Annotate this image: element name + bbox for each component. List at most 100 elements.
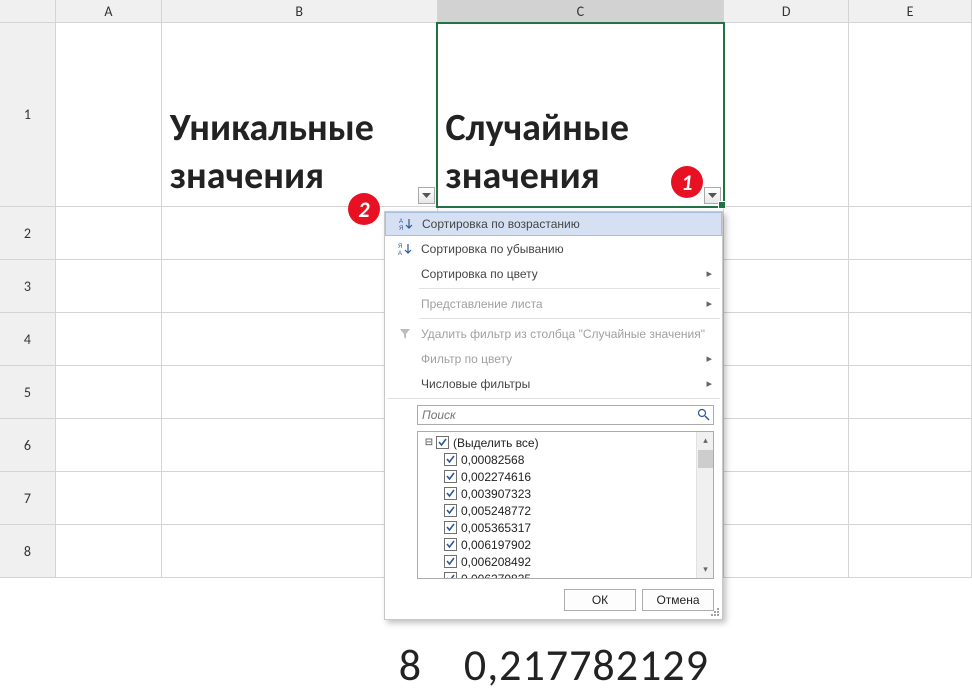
row-header-7[interactable]: 7 <box>0 472 56 524</box>
row-header-2[interactable]: 2 <box>0 207 56 259</box>
menu-label: Представление листа <box>417 297 714 311</box>
resize-grip-icon[interactable] <box>708 605 720 617</box>
filter-value-item[interactable]: 0,002274616 <box>422 468 709 485</box>
cell-D2[interactable] <box>724 207 849 259</box>
cell-A5[interactable] <box>56 366 162 418</box>
checkbox-icon[interactable] <box>444 470 457 483</box>
partial-row-content: 8 0,217782129 <box>162 638 709 692</box>
cell-A4[interactable] <box>56 313 162 365</box>
cell-E3[interactable] <box>849 260 972 312</box>
cell-B1-text: Уникальные значения <box>168 25 431 204</box>
checkbox-icon[interactable] <box>444 521 457 534</box>
cell-A6[interactable] <box>56 419 162 471</box>
values-scrollbar[interactable]: ▴ ▾ <box>696 432 713 578</box>
filter-value-item[interactable]: 0,005248772 <box>422 502 709 519</box>
menu-sort-ascending[interactable]: АЯ Сортировка по возрастанию <box>385 212 722 236</box>
row-header-1[interactable]: 1 <box>0 23 56 206</box>
chevron-down-icon <box>708 193 717 199</box>
scroll-down-icon[interactable]: ▾ <box>697 561 714 578</box>
menu-sort-by-color[interactable]: Сортировка по цвету <box>385 261 722 286</box>
filter-select-all[interactable]: ⊟ (Выделить все) <box>422 434 709 451</box>
filter-value-label: 0,006270835 <box>461 572 531 580</box>
filter-value-item[interactable]: 0,006208492 <box>422 553 709 570</box>
scroll-thumb[interactable] <box>698 450 713 468</box>
filter-value-label: 0,005365317 <box>461 521 531 535</box>
filter-value-label: 0,002274616 <box>461 470 531 484</box>
cell-B1[interactable]: Уникальные значения <box>162 23 438 206</box>
menu-number-filters[interactable]: Числовые фильтры <box>385 371 722 396</box>
cell-E1[interactable] <box>849 23 972 206</box>
filter-search-input[interactable] <box>417 405 714 425</box>
ok-button[interactable]: ОК <box>564 589 636 611</box>
row-header-8[interactable]: 8 <box>0 525 56 577</box>
cell-D3[interactable] <box>724 260 849 312</box>
cell-D5[interactable] <box>724 366 849 418</box>
cell-A8[interactable] <box>56 525 162 577</box>
cell-A1[interactable] <box>56 23 162 206</box>
column-headers: A B C D E <box>0 0 972 23</box>
filter-value-label: 0,00082568 <box>461 453 524 467</box>
cancel-button[interactable]: Отмена <box>642 589 714 611</box>
cell-E5[interactable] <box>849 366 972 418</box>
checkbox-icon[interactable] <box>444 538 457 551</box>
sort-asc-icon: АЯ <box>394 217 418 231</box>
menu-separator <box>419 288 720 289</box>
menu-label: Сортировка по возрастанию <box>418 217 713 231</box>
row-header-3[interactable]: 3 <box>0 260 56 312</box>
col-header-C[interactable]: C <box>438 0 725 22</box>
checkbox-icon[interactable] <box>444 453 457 466</box>
search-icon <box>697 408 710 424</box>
cell-E8[interactable] <box>849 525 972 577</box>
cell-D1[interactable] <box>724 23 849 206</box>
filter-values-tree: ⊟ (Выделить все) 0,00082568 0,002274616 <box>418 432 713 579</box>
row-header-5[interactable]: 5 <box>0 366 56 418</box>
checkbox-icon[interactable] <box>444 504 457 517</box>
cell-E6[interactable] <box>849 419 972 471</box>
cell-E4[interactable] <box>849 313 972 365</box>
checkbox-icon[interactable] <box>444 555 457 568</box>
tree-collapse-icon[interactable]: ⊟ <box>422 437 436 448</box>
menu-label: Фильтр по цвету <box>417 352 714 366</box>
col-header-D[interactable]: D <box>724 0 849 22</box>
filter-value-label: (Выделить все) <box>453 436 539 450</box>
row-header-4[interactable]: 4 <box>0 313 56 365</box>
cell-E2[interactable] <box>849 207 972 259</box>
col-header-E[interactable]: E <box>849 0 972 22</box>
svg-text:Я: Я <box>399 226 403 231</box>
cell-A3[interactable] <box>56 260 162 312</box>
cell-E7[interactable] <box>849 472 972 524</box>
menu-label: Сортировка по убыванию <box>417 242 714 256</box>
col-header-A[interactable]: A <box>56 0 162 22</box>
filter-value-item[interactable]: 0,006197902 <box>422 536 709 553</box>
cell-D6[interactable] <box>724 419 849 471</box>
cell-A2[interactable] <box>56 207 162 259</box>
menu-sort-descending[interactable]: ЯА Сортировка по убыванию <box>385 236 722 261</box>
filter-values-box: ⊟ (Выделить все) 0,00082568 0,002274616 <box>417 431 714 579</box>
cell-A7[interactable] <box>56 472 162 524</box>
filter-button-C[interactable] <box>704 187 721 204</box>
cell-D7[interactable] <box>724 472 849 524</box>
filter-value-item[interactable]: 0,003907323 <box>422 485 709 502</box>
cell-D4[interactable] <box>724 313 849 365</box>
menu-filter-by-color: Фильтр по цвету <box>385 346 722 371</box>
filter-value-item[interactable]: 0,005365317 <box>422 519 709 536</box>
col-header-B[interactable]: B <box>162 0 438 22</box>
checkbox-icon[interactable] <box>444 487 457 500</box>
filter-value-item[interactable]: 0,006270835 <box>422 570 709 579</box>
annotation-badge-1: 1 <box>671 166 703 198</box>
menu-clear-filter: Удалить фильтр из столбца "Случайные зна… <box>385 321 722 346</box>
filter-value-label: 0,006197902 <box>461 538 531 552</box>
scroll-up-icon[interactable]: ▴ <box>697 432 714 449</box>
dropdown-buttons: ОК Отмена <box>385 583 722 619</box>
menu-separator <box>419 318 720 319</box>
cell-D8[interactable] <box>724 525 849 577</box>
checkbox-icon[interactable] <box>444 572 457 579</box>
filter-value-item[interactable]: 0,00082568 <box>422 451 709 468</box>
filter-button-B[interactable] <box>418 187 435 204</box>
menu-label: Числовые фильтры <box>417 377 714 391</box>
row-header-6[interactable]: 6 <box>0 419 56 471</box>
select-all-corner[interactable] <box>0 0 56 23</box>
checkbox-icon[interactable] <box>436 436 449 449</box>
menu-label: Сортировка по цвету <box>417 267 714 281</box>
annotation-badge-2: 2 <box>348 193 380 225</box>
